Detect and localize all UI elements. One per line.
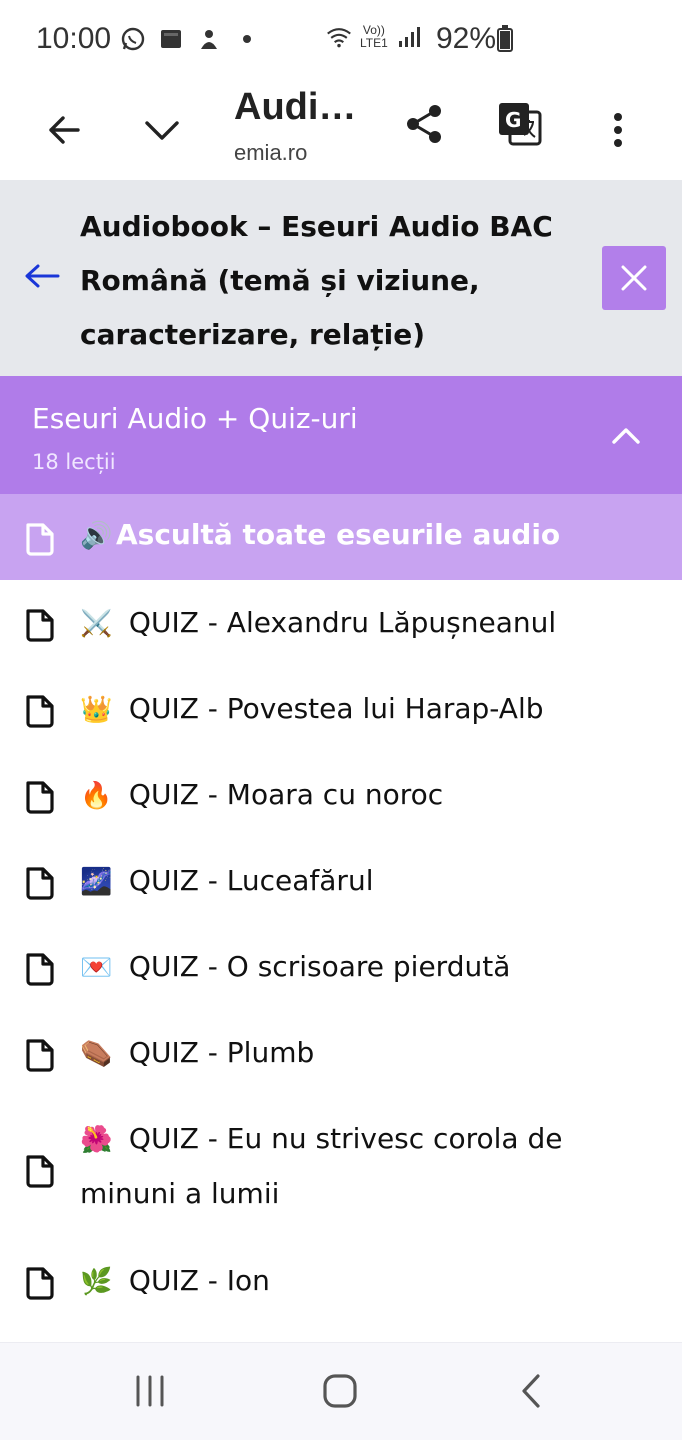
chevron-up-icon[interactable] xyxy=(608,418,644,454)
lesson-label: 🌺 QUIZ - Eu nu strivesc corola de minuni… xyxy=(80,1112,640,1221)
image-icon xyxy=(158,26,184,52)
section-title: Eseuri Audio + Quiz-uri xyxy=(32,402,358,435)
love-letter-icon: 💌 xyxy=(80,953,113,983)
lesson-text: QUIZ - Alexandru Lăpușneanul xyxy=(128,606,557,639)
document-icon xyxy=(26,867,54,900)
lesson-label: 💌 QUIZ - O scrisoare pierdută xyxy=(80,940,640,995)
page-url[interactable]: emia.ro xyxy=(234,140,307,166)
battery-percent: 92% xyxy=(436,22,497,55)
herb-icon: 🌿 xyxy=(80,1267,113,1297)
document-icon xyxy=(26,781,54,814)
notification-icons xyxy=(120,26,260,52)
coffin-icon: ⚰️ xyxy=(80,1039,113,1069)
hibiscus-icon: 🌺 xyxy=(80,1125,113,1155)
share-icon[interactable] xyxy=(396,96,452,152)
lesson-item[interactable]: ⚰️ QUIZ - Plumb xyxy=(0,1010,682,1096)
document-icon xyxy=(26,1155,54,1188)
lesson-text: QUIZ - Moara cu noroc xyxy=(128,778,444,811)
arrow-left-icon[interactable] xyxy=(22,256,62,296)
browser-toolbar: Audi… emia.ro G xyxy=(0,80,682,180)
lesson-header: Audiobook – Eseuri Audio BAC Română (tem… xyxy=(0,180,682,376)
close-button[interactable] xyxy=(602,246,666,310)
crown-icon: 👑 xyxy=(80,695,113,725)
battery-icon xyxy=(497,25,513,52)
lesson-label: 👑 QUIZ - Povestea lui Harap-Alb xyxy=(80,682,640,737)
back-icon[interactable] xyxy=(512,1371,552,1411)
document-icon xyxy=(26,1267,54,1300)
notification-icon xyxy=(196,26,222,52)
section-header[interactable]: Eseuri Audio + Quiz-uri 18 lecții xyxy=(0,376,682,494)
fire-icon: 🔥 xyxy=(80,781,113,811)
lesson-text: QUIZ - Eu nu strivesc corola de minuni a… xyxy=(80,1122,563,1210)
section-lesson-count: 18 lecții xyxy=(32,450,116,474)
translate-icon[interactable]: G xyxy=(492,96,548,152)
status-time: 10:00 xyxy=(36,22,112,55)
close-icon xyxy=(621,265,647,291)
volte-icon: Vo)) LTE1 xyxy=(360,23,388,50)
active-lesson-label: 🔊 Ascultă toate eseurile audio xyxy=(80,518,560,551)
svg-text:G: G xyxy=(505,108,521,132)
lesson-label: 🔥 QUIZ - Moara cu noroc xyxy=(80,768,640,823)
lesson-text: QUIZ - Plumb xyxy=(128,1036,315,1069)
wifi-icon xyxy=(326,24,352,50)
whatsapp-icon xyxy=(120,26,146,52)
lesson-label: ⚰️ QUIZ - Plumb xyxy=(80,1026,640,1081)
lesson-text: QUIZ - O scrisoare pierdută xyxy=(128,950,511,983)
galaxy-icon: 🌌 xyxy=(80,867,113,897)
dot-icon xyxy=(234,26,260,52)
recent-apps-icon[interactable] xyxy=(130,1371,170,1411)
lesson-item[interactable]: 👑 QUIZ - Povestea lui Harap-Alb xyxy=(0,666,682,752)
lesson-item[interactable]: 🔥 QUIZ - Moara cu noroc xyxy=(0,752,682,838)
document-icon xyxy=(26,609,54,642)
document-icon xyxy=(26,1039,54,1072)
more-vert-icon[interactable] xyxy=(590,102,646,158)
back-arrow-icon[interactable] xyxy=(36,102,92,158)
lesson-text: QUIZ - Povestea lui Harap-Alb xyxy=(128,692,544,725)
active-lesson-text: Ascultă toate eseurile audio xyxy=(116,518,561,551)
lesson-item[interactable]: 🌌 QUIZ - Luceafărul xyxy=(0,838,682,924)
network-label: LTE1 xyxy=(360,36,388,50)
lesson-label: ⚔️ QUIZ - Alexandru Lăpușneanul xyxy=(80,596,640,651)
lesson-item[interactable]: ⚔️ QUIZ - Alexandru Lăpușneanul xyxy=(0,580,682,666)
lesson-text: QUIZ - Ion xyxy=(128,1264,270,1297)
active-lesson-item[interactable]: 🔊 Ascultă toate eseurile audio xyxy=(0,494,682,580)
document-icon xyxy=(26,695,54,728)
course-title: Audiobook – Eseuri Audio BAC Română (tem… xyxy=(80,210,553,351)
speaker-icon: 🔊 xyxy=(80,521,113,551)
system-nav-bar xyxy=(0,1342,682,1440)
system-icons: Vo)) LTE1 xyxy=(326,24,422,50)
lesson-label: 🌿 QUIZ - Ion xyxy=(80,1254,640,1309)
lesson-item[interactable]: 🌺 QUIZ - Eu nu strivesc corola de minuni… xyxy=(0,1096,682,1238)
home-icon[interactable] xyxy=(320,1371,360,1411)
status-bar: 10:00 Vo)) LTE1 92% xyxy=(0,0,682,80)
document-icon xyxy=(26,523,54,556)
signal-icon xyxy=(396,24,422,50)
document-icon xyxy=(26,953,54,986)
page-title[interactable]: Audi… xyxy=(234,86,356,129)
lesson-text: QUIZ - Luceafărul xyxy=(128,864,374,897)
lesson-item[interactable]: 💌 QUIZ - O scrisoare pierdută xyxy=(0,924,682,1010)
lesson-list: ⚔️ QUIZ - Alexandru Lăpușneanul 👑 QUIZ -… xyxy=(0,580,682,1324)
lesson-item[interactable]: 🌿 QUIZ - Ion xyxy=(0,1238,682,1324)
swords-icon: ⚔️ xyxy=(80,609,113,639)
chevron-down-icon[interactable] xyxy=(134,102,190,158)
lesson-label: 🌌 QUIZ - Luceafărul xyxy=(80,854,640,909)
